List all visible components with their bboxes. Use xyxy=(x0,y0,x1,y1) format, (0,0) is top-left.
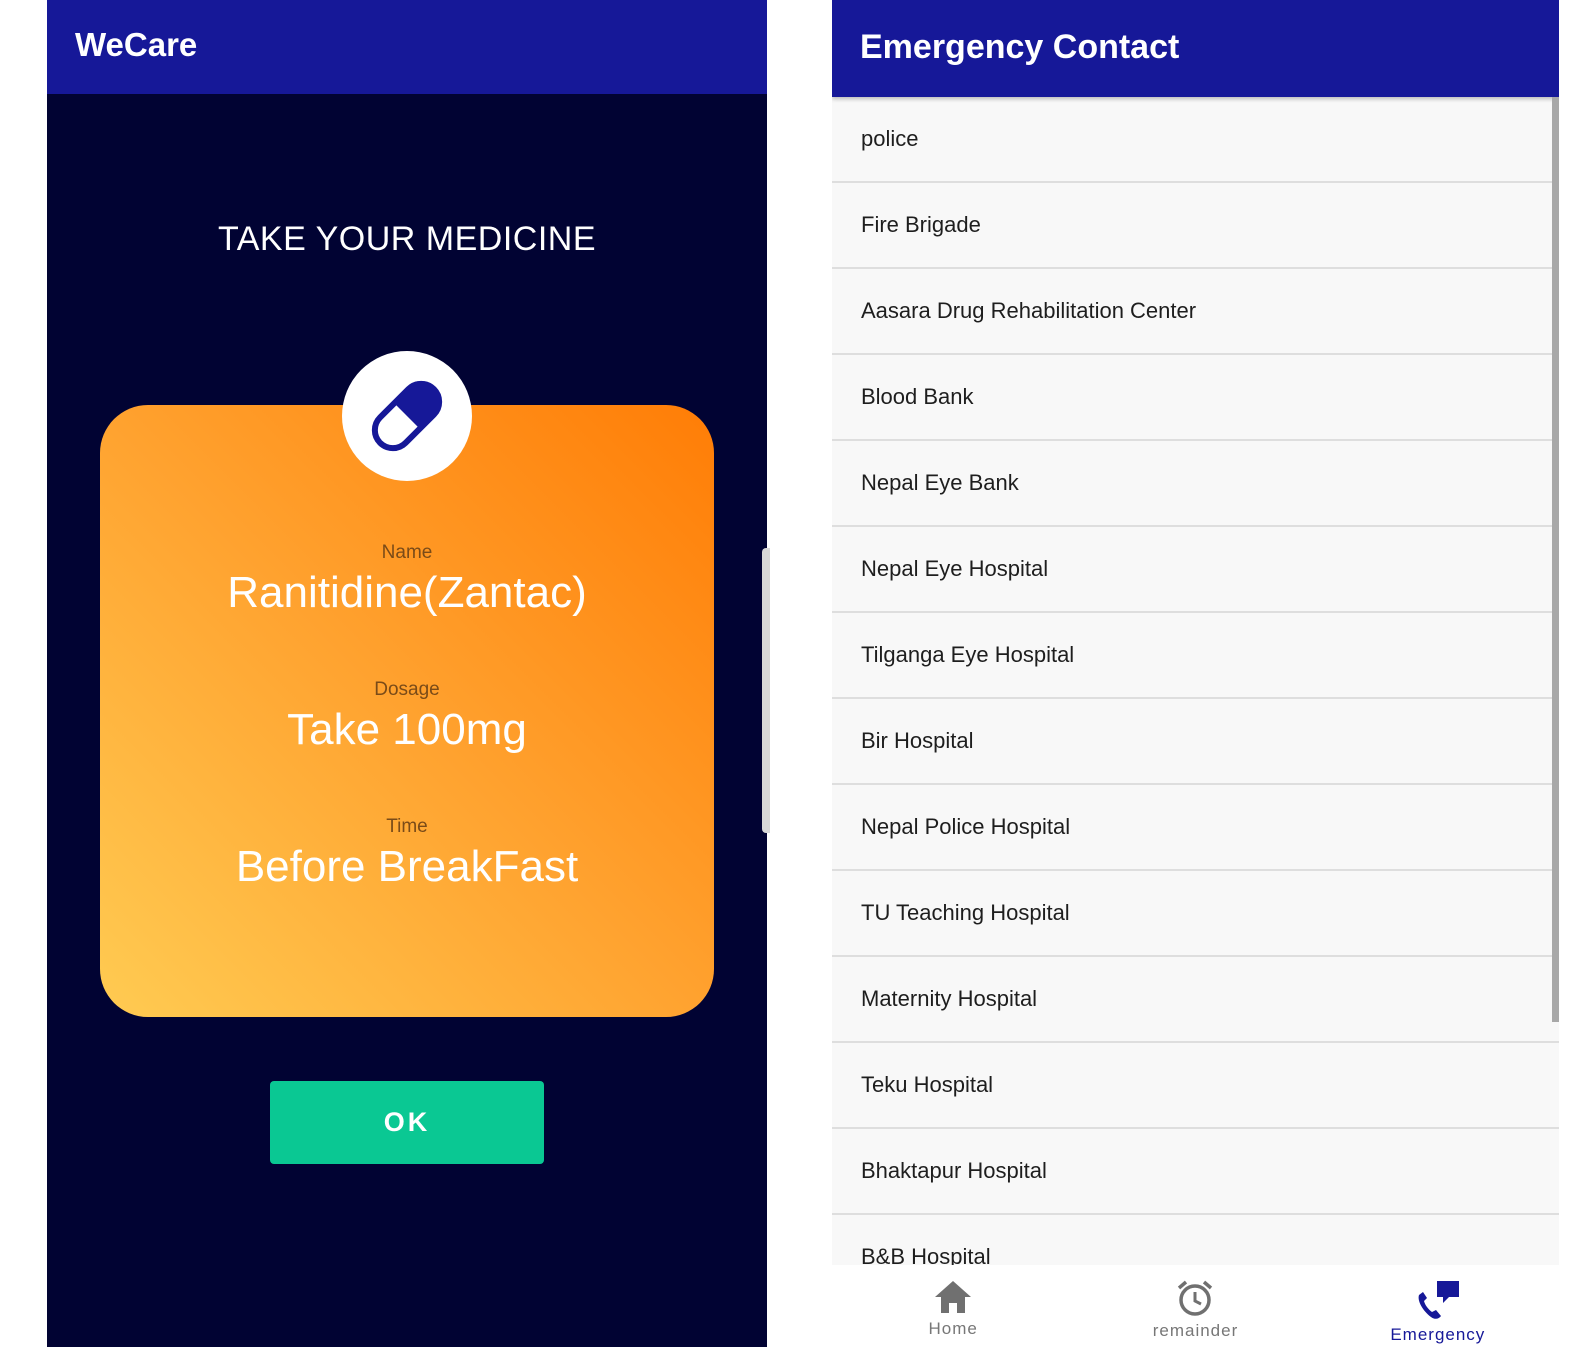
app-bar: Emergency Contact xyxy=(832,0,1559,97)
page-title: Emergency Contact xyxy=(860,28,1180,66)
scrollbar[interactable] xyxy=(1552,97,1559,1022)
contact-item-nepal-police-hospital[interactable]: Nepal Police Hospital xyxy=(832,785,1559,871)
nav-label-remainder: remainder xyxy=(1152,1321,1239,1340)
contact-item-teku-hospital[interactable]: Teku Hospital xyxy=(832,1043,1559,1129)
nav-item-remainder[interactable]: remainder xyxy=(1074,1265,1316,1347)
contact-item-bb-hospital[interactable]: B&B Hospital xyxy=(832,1215,1559,1265)
contact-list[interactable]: police Fire Brigade Aasara Drug Rehabili… xyxy=(832,97,1559,1265)
app-bar: WeCare xyxy=(47,0,767,94)
page-heading: TAKE YOUR MEDICINE xyxy=(217,220,597,258)
nav-item-home[interactable]: Home xyxy=(832,1265,1074,1347)
contact-item-maternity-hospital[interactable]: Maternity Hospital xyxy=(832,957,1559,1043)
nav-item-emergency[interactable]: Emergency xyxy=(1317,1265,1559,1347)
contact-item-bhaktapur-hospital[interactable]: Bhaktapur Hospital xyxy=(832,1129,1559,1215)
name-value: Ranitidine(Zantac) xyxy=(227,568,587,617)
nav-label-emergency: Emergency xyxy=(1390,1325,1486,1344)
time-value: Before BreakFast xyxy=(235,842,579,891)
dosage-value: Take 100mg xyxy=(287,705,527,754)
app-title: WeCare xyxy=(75,26,198,63)
medicine-card: Name Ranitidine(Zantac) Dosage Take 100m… xyxy=(100,405,714,1017)
phone-chat-icon xyxy=(1418,1281,1459,1319)
contact-item-tilganga-eye-hospital[interactable]: Tilganga Eye Hospital xyxy=(832,613,1559,699)
contact-item-nepal-eye-hospital[interactable]: Nepal Eye Hospital xyxy=(832,527,1559,613)
contact-item-nepal-eye-bank[interactable]: Nepal Eye Bank xyxy=(832,441,1559,527)
contact-item-police[interactable]: police xyxy=(832,97,1559,183)
ok-button[interactable]: OK xyxy=(270,1081,544,1164)
edge-handle xyxy=(762,548,770,833)
contact-item-fire-brigade[interactable]: Fire Brigade xyxy=(832,183,1559,269)
contact-item-tu-teaching-hospital[interactable]: TU Teaching Hospital xyxy=(832,871,1559,957)
alarm-clock-icon xyxy=(1178,1280,1213,1316)
pill-icon-badge xyxy=(342,351,472,481)
nav-label-home: Home xyxy=(928,1319,978,1338)
contact-item-aasara-drug-rehabilitation[interactable]: Aasara Drug Rehabilitation Center xyxy=(832,269,1559,355)
emergency-contact-screen: Emergency Contact police Fire Brigade Aa… xyxy=(832,0,1559,1347)
home-icon xyxy=(935,1281,972,1313)
contact-item-blood-bank[interactable]: Blood Bank xyxy=(832,355,1559,441)
name-label: Name xyxy=(381,542,433,563)
pill-capsule-icon xyxy=(371,380,443,452)
contact-item-bir-hospital[interactable]: Bir Hospital xyxy=(832,699,1559,785)
time-label: Time xyxy=(386,816,428,837)
dosage-label: Dosage xyxy=(374,679,440,700)
bottom-navigation: Home remainder Emergency xyxy=(832,1265,1559,1347)
medicine-reminder-screen: WeCare TAKE YOUR MEDICINE Name Ranitidin… xyxy=(47,0,767,1347)
